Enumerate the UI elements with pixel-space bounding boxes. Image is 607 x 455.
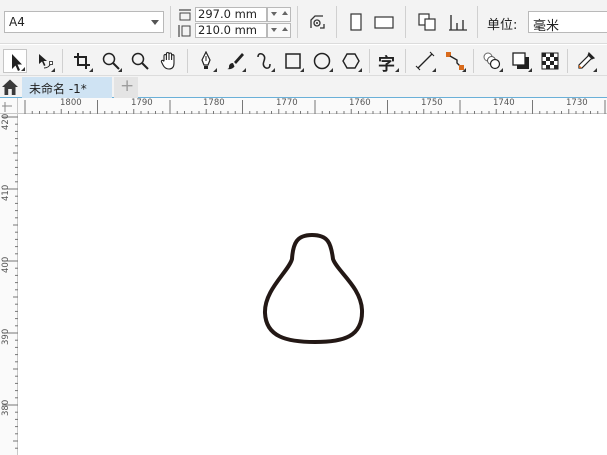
landscape-orientation-icon[interactable] [373, 11, 395, 33]
ruler-label: 1770 [276, 98, 298, 108]
zoom-out-tool-button[interactable] [128, 49, 152, 73]
separator [170, 6, 171, 38]
connector-tool-button[interactable] [443, 49, 467, 73]
ruler-label: 1780 [203, 98, 225, 108]
ruler-label: 420 [1, 113, 11, 130]
portrait-orientation-icon[interactable] [345, 11, 367, 33]
checkerboard-icon [541, 52, 559, 70]
page-size-dropdown[interactable]: A4 [4, 11, 164, 33]
separator [405, 49, 406, 73]
ruler-label: 380 [1, 399, 11, 416]
separator [405, 6, 406, 38]
page-width-field[interactable]: 210.0 mm [195, 23, 267, 38]
transparency-tool-button[interactable] [538, 49, 562, 73]
canvas-artwork [262, 233, 365, 344]
page-width-spinner[interactable] [267, 23, 291, 38]
ruler-label: 1760 [349, 98, 371, 108]
page-width-icon [178, 25, 191, 37]
separator [567, 49, 568, 73]
dimension-tool-button[interactable] [413, 49, 437, 73]
page-height-field[interactable]: 297.0 mm [195, 7, 267, 22]
pick-tool-button[interactable] [3, 49, 27, 73]
text-tool-button[interactable]: 字 [376, 49, 400, 75]
page-size-value: A4 [9, 15, 25, 29]
separator [336, 6, 337, 38]
text-icon: 字 [378, 55, 395, 75]
units-label: 单位: [487, 18, 518, 33]
eyedropper-tool-button[interactable] [574, 49, 598, 73]
vertical-ruler[interactable]: 420 410 400 390 380 [0, 114, 18, 455]
document-tab-bar: 未命名 -1* + [0, 76, 607, 98]
bleed-icon[interactable] [447, 11, 469, 33]
document-tab[interactable]: 未命名 -1* [22, 77, 112, 98]
ruler-label: 1730 [566, 98, 588, 108]
drop-shadow-tool-button[interactable] [509, 49, 533, 73]
ruler-label: 400 [1, 256, 11, 273]
ruler-label: 1740 [493, 98, 515, 108]
shape-tool-button[interactable] [32, 49, 56, 73]
hand-icon [160, 51, 175, 70]
chevron-down-icon [151, 20, 159, 25]
ellipse-tool-button[interactable] [310, 49, 334, 73]
polygon-tool-button[interactable] [339, 49, 363, 73]
artistic-media-tool-button[interactable] [223, 49, 247, 73]
page-height-spinner[interactable] [267, 7, 291, 22]
plus-icon: + [120, 76, 135, 96]
property-bar: A4 297.0 mm 210.0 mm 单位: 毫米 [0, 0, 607, 44]
new-document-tab-button[interactable]: + [114, 76, 138, 98]
document-tab-label: 未命名 -1* [29, 82, 87, 96]
page-height-icon [179, 9, 191, 21]
ruler-label: 1800 [60, 98, 82, 108]
app-window: A4 297.0 mm 210.0 mm 单位: 毫米 字 未命名 -1* + … [0, 0, 607, 455]
separator [187, 49, 188, 73]
ruler-label: 1790 [131, 98, 153, 108]
drawing-canvas[interactable] [19, 115, 607, 455]
horizontal-ruler-ticks [24, 100, 606, 114]
home-icon[interactable] [1, 78, 19, 96]
toolbox: 字 [0, 45, 607, 76]
freehand-tool-button[interactable] [194, 49, 218, 73]
units-dropdown[interactable]: 毫米 [528, 11, 607, 34]
ruler-label: 410 [1, 184, 11, 201]
units-value: 毫米 [533, 19, 560, 34]
ruler-origin[interactable] [0, 98, 18, 114]
crop-tool-button[interactable] [70, 49, 94, 73]
rectangle-tool-button[interactable] [281, 49, 305, 73]
separator [369, 49, 370, 73]
separator [297, 6, 298, 38]
magnifier-icon [131, 52, 149, 70]
zoom-tool-button[interactable] [99, 49, 123, 73]
ruler-label: 1750 [421, 98, 443, 108]
ruler-origin-icon [2, 102, 12, 112]
blend-tool-button[interactable] [480, 49, 504, 73]
bspline-tool-button[interactable] [252, 49, 276, 73]
separator [477, 6, 478, 38]
page-settings-icon[interactable] [306, 11, 328, 33]
all-pages-icon[interactable] [416, 11, 438, 33]
pan-tool-button[interactable] [157, 49, 181, 73]
separator [62, 49, 63, 73]
gourd-shape[interactable] [262, 233, 365, 344]
horizontal-ruler[interactable]: 1800 1790 1780 1770 1760 1750 1740 1730 [18, 98, 607, 114]
ruler-label: 390 [1, 328, 11, 345]
separator [473, 49, 474, 73]
